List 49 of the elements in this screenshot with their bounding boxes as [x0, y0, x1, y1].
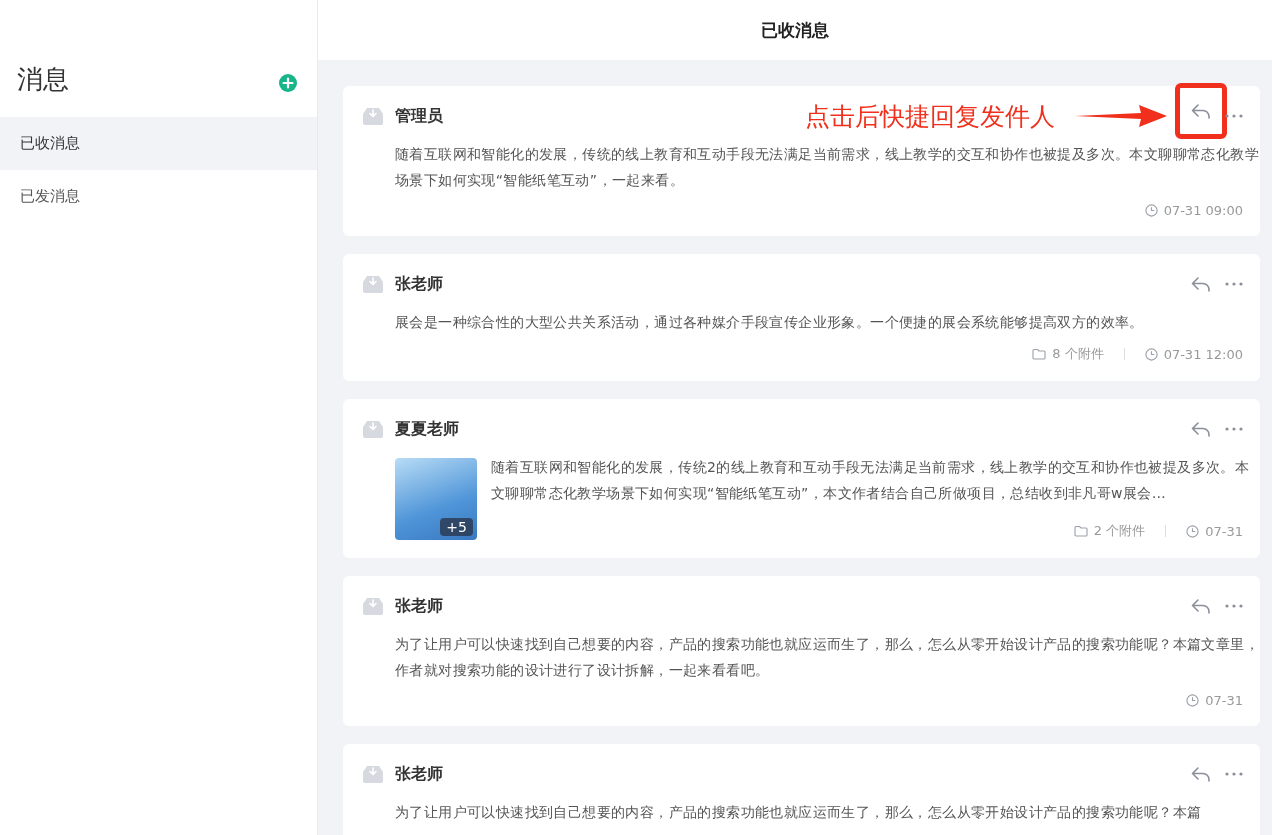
- inbox-icon: [363, 420, 383, 438]
- message-text: 随着互联网和智能化的发展，传统2的线上教育和互动手段无法满足当前需求，线上教学的交互和协作也被提及多次。本文聊聊常态化教学场景下如何实现“智能纸笔互动”，本文作者结合自己所做项目，总结收到非凡哥w展会…: [491, 458, 1251, 503]
- message-card[interactable]: 张老师 为了让用户可以快速找到自己想要的内容，产品的搜索功能也就应运而生了，那么，怎么从零开始设计产品的搜索功能呢？本篇文章里，作者就对搜索功能的设计进行了设计拆解，一起来看看吧。 07-31: [343, 576, 1260, 726]
- sidebar-item[interactable]: 已收消息: [0, 117, 317, 170]
- clock-icon: [1144, 204, 1158, 217]
- clock-icon: [1186, 694, 1200, 707]
- annotation-text: 点击后快捷回复发件人: [805, 100, 1055, 133]
- sender-name: 夏夏老师: [395, 418, 459, 440]
- message-time: 07-31 12:00: [1163, 346, 1243, 362]
- message-text: 为了让用户可以快速找到自己想要的内容，产品的搜索功能也就应运而生了，那么，怎么从零开始设计产品的搜索功能呢？本篇文章里，作者就对搜索功能的设计进行了设计拆解，一起来看看吧。: [395, 635, 1260, 680]
- inbox-icon: [363, 275, 383, 293]
- message-time: 07-31: [1205, 693, 1243, 708]
- photo-placeholder[interactable]: +5: [395, 458, 477, 540]
- more-images-badge: +5: [440, 518, 473, 536]
- reply-icon: [1191, 276, 1211, 292]
- folder-icon: [1032, 348, 1047, 360]
- reply-icon: [1191, 598, 1211, 614]
- reply-icon: [1191, 421, 1211, 437]
- more-icon: [1225, 772, 1243, 776]
- sidebar-item[interactable]: 已发消息: [0, 170, 317, 223]
- message-text: 展会是一种综合性的大型公共关系活动，通过各种媒介手段宣传企业形象。一个便捷的展会系统能够提高双方的效率。: [395, 313, 1145, 332]
- inbox-icon: [363, 765, 383, 783]
- clock-icon: [1186, 524, 1200, 538]
- message-card[interactable]: 管理员 点击后快捷回复发件人 随着互联网和智能化的发展，传统的线上教育和互动手段无法满足当前需求，线上教学的交互和协作也被提及多次。本文聊聊常态化教学场景下如何实现“智能纸笔互动”，一起来看。 07-31 09:00: [343, 86, 1260, 236]
- inbox-icon: [363, 597, 383, 615]
- folder-icon: [1073, 525, 1088, 537]
- message-time: 07-31 09:00: [1163, 203, 1243, 218]
- message-card[interactable]: 张老师 为了让用户可以快速找到自己想要的内容，产品的搜索功能也就应运而生了，那么，怎么从零开始设计产品的搜索功能呢？本篇: [343, 744, 1260, 835]
- more-icon: [1225, 114, 1243, 118]
- message-text: 为了让用户可以快速找到自己想要的内容，产品的搜索功能也就应运而生了，那么，怎么从零开始设计产品的搜索功能呢？本篇: [395, 803, 1203, 822]
- message-card[interactable]: 夏夏老师 +5 随着互联网和智能化的发展，传统2的线上教育和互动手段无法满足当前需求，线上教学的交互和协作也被提及多次。本文聊聊常态化教学场景下如何实现“智能纸笔互动”，本文作者结合自己所做项目，总结收到非凡哥w展会… 2 个附件 07-31: [343, 399, 1260, 558]
- sender-name: 管理员: [395, 105, 443, 127]
- reply-icon: [1191, 103, 1211, 119]
- more-icon: [1225, 604, 1243, 608]
- message-time: 07-31: [1205, 523, 1243, 539]
- reply-icon: [1191, 766, 1211, 782]
- clock-icon: [1144, 347, 1158, 361]
- sidebar-title: 消息: [17, 63, 69, 96]
- reply-button[interactable]: [1175, 83, 1227, 139]
- page-title: 已收消息: [761, 18, 829, 42]
- sender-name: 张老师: [395, 273, 443, 295]
- sender-name: 张老师: [395, 595, 443, 617]
- inbox-icon: [363, 107, 383, 125]
- more-icon: [1225, 282, 1243, 286]
- more-icon: [1225, 427, 1243, 431]
- message-card[interactable]: 张老师 展会是一种综合性的大型公共关系活动，通过各种媒介手段宣传企业形象。一个便捷的展会系统能够提高双方的效率。 8 个附件 07-31 12:00: [343, 254, 1260, 381]
- sender-name: 张老师: [395, 763, 443, 785]
- message-text: 随着互联网和智能化的发展，传统的线上教育和互动手段无法满足当前需求，线上教学的交互和协作也被提及多次。本文聊聊常态化教学场景下如何实现“智能纸笔互动”，一起来看。: [395, 145, 1260, 190]
- add-icon[interactable]: [279, 73, 297, 92]
